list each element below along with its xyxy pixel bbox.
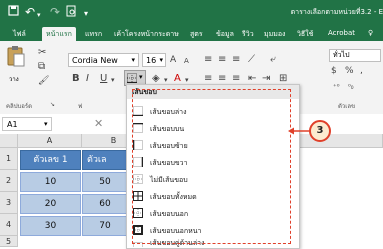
font-size-value: 16 — [146, 56, 157, 65]
customize-icon[interactable]: ▾ — [84, 7, 88, 21]
row-header-3[interactable]: 3 — [0, 192, 18, 214]
number-group-label: ตัวเลข — [338, 103, 356, 110]
tab-insert[interactable]: แทรก — [85, 29, 102, 40]
column-header-a[interactable]: A — [18, 134, 82, 148]
font-name-dropdown-icon[interactable]: ▾ — [131, 54, 135, 67]
italic-button[interactable]: I — [86, 73, 89, 85]
tab-help[interactable]: วิธีใช้ — [297, 29, 313, 40]
table-cell[interactable]: 50 — [82, 172, 128, 192]
tab-formulas[interactable]: สูตร — [190, 29, 203, 40]
title-bar: ↶ ▾ ↷ ▾ ตารางเลือกตามหน่วยที่3.2 - E — [0, 0, 383, 27]
step-callout: 3 — [309, 120, 331, 142]
table-cell[interactable]: 20 — [20, 194, 81, 214]
tab-acrobat[interactable]: Acrobat — [328, 29, 355, 37]
font-name-box[interactable]: Cordia New ▾ — [68, 53, 139, 67]
table-cell[interactable]: 60 — [82, 194, 128, 214]
tab-data[interactable]: ข้อมูล — [216, 29, 234, 40]
table-cell[interactable]: 70 — [82, 216, 128, 236]
font-size-dropdown-icon[interactable]: ▾ — [159, 54, 163, 67]
currency-icon[interactable]: $ — [331, 65, 337, 77]
highlight-box — [132, 89, 291, 244]
name-box-value: A1 — [7, 120, 18, 129]
shrink-font-button[interactable]: A — [184, 55, 189, 67]
font-size-box[interactable]: 16 ▾ — [142, 53, 166, 67]
cut-icon[interactable]: ✂ — [38, 47, 46, 59]
select-all-corner[interactable] — [0, 134, 18, 148]
table-cell[interactable]: 30 — [20, 216, 81, 236]
table-cell[interactable]: 10 — [20, 172, 81, 192]
row-header-4[interactable]: 4 — [0, 214, 18, 236]
undo-icon[interactable]: ↶ — [25, 5, 35, 19]
redo-icon[interactable]: ↷ — [50, 5, 60, 19]
align-bottom-icon[interactable]: ≡ — [232, 54, 240, 66]
border-grid-icon — [127, 73, 137, 83]
cancel-formula-icon[interactable]: ✕ — [94, 117, 103, 130]
copy-icon[interactable]: ⧉ — [38, 61, 45, 73]
orientation-icon[interactable]: ⟋ — [248, 54, 255, 66]
name-box-dropdown-icon[interactable]: ▾ — [44, 120, 48, 128]
tab-file[interactable]: ไฟล์ — [13, 29, 26, 40]
percent-button[interactable]: % — [345, 65, 354, 77]
borders-dropdown-icon[interactable]: ▾ — [139, 73, 143, 81]
underline-button[interactable]: U — [100, 73, 107, 85]
table-header-cell[interactable]: ตัวเลข 1 — [20, 150, 81, 170]
window-title: ตารางเลือกตามหน่วยที่3.2 - E — [290, 8, 383, 16]
tab-review[interactable]: รีวิว — [242, 29, 254, 40]
save-icon[interactable] — [8, 5, 19, 19]
row-header-2[interactable]: 2 — [0, 170, 18, 192]
row-header-1[interactable]: 1 — [0, 148, 18, 170]
tab-view[interactable]: มุมมอง — [264, 29, 285, 40]
table-header-cell[interactable]: ตัวเล — [82, 150, 128, 170]
undo-dropdown-icon[interactable]: ▾ — [37, 8, 41, 22]
font-group-label: ฟ — [78, 103, 83, 110]
row-header-5[interactable]: 5 — [0, 236, 18, 247]
paste-label: วาง — [9, 76, 19, 83]
paste-button[interactable] — [6, 45, 28, 73]
print-preview-icon[interactable] — [66, 5, 77, 20]
align-top-icon[interactable]: ≡ — [204, 54, 212, 66]
underline-dropdown-icon[interactable]: ▾ — [111, 74, 115, 86]
number-format-box[interactable]: ทั่วไป — [329, 49, 381, 62]
format-painter-icon[interactable]: 🖌 — [38, 75, 49, 87]
comma-button[interactable]: , — [360, 65, 363, 77]
tab-home[interactable]: หน้าแรก — [42, 27, 76, 41]
clipboard-group-label: คลิปบอร์ด — [6, 103, 33, 110]
font-name-value: Cordia New — [72, 56, 118, 65]
decrease-decimal-icon[interactable]: ⁰₀ — [348, 81, 354, 93]
align-middle-icon[interactable]: ≡ — [218, 54, 226, 66]
number-format-value: ทั่วไป — [333, 51, 350, 59]
wrap-text-icon[interactable]: ⤶ — [270, 54, 276, 66]
clipboard-launcher-icon[interactable]: ↘ — [50, 101, 55, 108]
lightbulb-icon[interactable]: ♀ — [368, 29, 373, 37]
ribbon-tabs: ไฟล์ หน้าแรก แทรก เค้าโครงหน้ากระดาษ สูต… — [0, 27, 383, 41]
bold-button[interactable]: B — [72, 73, 80, 85]
increase-decimal-icon[interactable]: ⁺⁰ — [333, 81, 340, 93]
grow-font-button[interactable]: A — [170, 54, 176, 66]
tab-page-layout[interactable]: เค้าโครงหน้ากระดาษ — [114, 29, 179, 40]
